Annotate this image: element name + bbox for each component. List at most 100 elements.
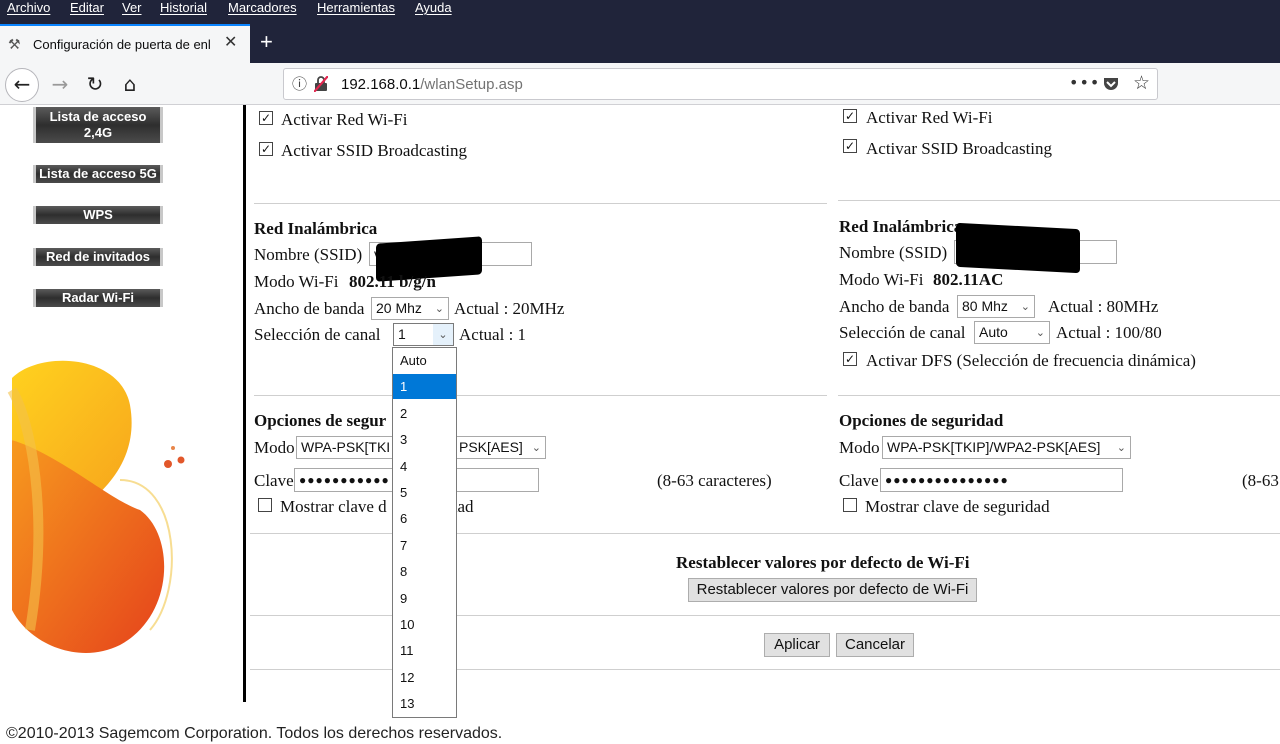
mode-24-value: 802.11 b/g/n bbox=[349, 272, 436, 291]
bandwidth-5-label: Ancho de banda bbox=[839, 297, 950, 316]
chevron-down-icon: ⌄ bbox=[1116, 441, 1126, 454]
security-mode-5-value: WPA-PSK[TKIP]/WPA2-PSK[AES] bbox=[887, 439, 1101, 455]
url-host: 192.168.0.1 bbox=[341, 76, 421, 93]
security-5-title: Opciones de seguridad bbox=[839, 411, 1004, 430]
mode-24-label: Modo Wi-Fi bbox=[254, 272, 339, 291]
menu-herramientas[interactable]: Herramientas bbox=[317, 0, 395, 16]
channel-option[interactable]: 4 bbox=[393, 454, 456, 479]
menu-archivo[interactable]: Archivo bbox=[7, 0, 50, 16]
info-icon[interactable]: ⓘ bbox=[292, 75, 307, 93]
redaction-mark bbox=[956, 222, 1080, 274]
close-tab-icon[interactable]: ✕ bbox=[224, 35, 237, 51]
dfs-checkbox[interactable]: ✓ bbox=[843, 352, 857, 366]
sidebar-item-wps[interactable]: WPS bbox=[33, 206, 163, 224]
bandwidth-5-value: 80 Mhz bbox=[962, 298, 1008, 314]
channel-option[interactable]: 13 bbox=[393, 691, 456, 716]
content-divider bbox=[243, 105, 246, 702]
show-key-24-checkbox[interactable] bbox=[258, 498, 272, 512]
bandwidth-24-select[interactable]: 20 Mhz ⌄ bbox=[371, 297, 449, 320]
channel-24-actual: Actual : 1 bbox=[459, 325, 527, 344]
insecure-lock-icon[interactable] bbox=[314, 76, 328, 92]
bandwidth-24-value: 20 Mhz bbox=[376, 300, 422, 316]
channel-option[interactable]: 12 bbox=[393, 665, 456, 690]
show-key-24-label: Mostrar clave d bbox=[280, 497, 387, 516]
wireless-network-5-title: Red Inalámbrica bbox=[839, 217, 963, 236]
forward-button[interactable]: → bbox=[44, 69, 76, 99]
chevron-down-icon: ⌄ bbox=[433, 324, 453, 345]
divider bbox=[254, 395, 827, 396]
security-mode-5-label: Modo bbox=[839, 438, 880, 457]
key-5-hint: (8-63 bbox=[1242, 471, 1279, 490]
cancel-button[interactable]: Cancelar bbox=[836, 633, 914, 657]
show-key-5-label: Mostrar clave de seguridad bbox=[865, 497, 1050, 516]
home-button[interactable]: ⌂ bbox=[114, 69, 146, 99]
url-text[interactable]: 192.168.0.1/wlanSetup.asp bbox=[341, 76, 523, 94]
divider bbox=[838, 395, 1280, 396]
reset-title: Restablecer valores por defecto de Wi-Fi bbox=[676, 553, 970, 572]
reset-defaults-button[interactable]: Restablecer valores por defecto de Wi-Fi bbox=[688, 578, 977, 602]
mode-5-value: 802.11AC bbox=[933, 270, 1004, 289]
channel-option[interactable]: 6 bbox=[393, 506, 456, 531]
enable-ssid-5-checkbox[interactable]: ✓ bbox=[843, 139, 857, 153]
bandwidth-5-select[interactable]: 80 Mhz ⌄ bbox=[957, 295, 1035, 318]
wireless-network-24-title: Red Inalámbrica bbox=[254, 219, 378, 238]
channel-24-dropdown-list[interactable]: Auto 1 2 3 4 5 6 7 8 9 10 11 12 13 bbox=[392, 347, 457, 718]
sidebar-item-access-list-5g[interactable]: Lista de acceso 5G bbox=[33, 165, 163, 183]
apply-button[interactable]: Aplicar bbox=[764, 633, 830, 657]
channel-option[interactable]: 5 bbox=[393, 480, 456, 505]
enable-ssid-5-label: Activar SSID Broadcasting bbox=[866, 139, 1053, 158]
channel-option[interactable]: 7 bbox=[393, 533, 456, 558]
channel-option[interactable]: 1 bbox=[393, 374, 456, 400]
divider bbox=[838, 200, 1280, 201]
menu-marcadores[interactable]: Marcadores bbox=[228, 0, 297, 16]
channel-5-label: Selección de canal bbox=[839, 323, 966, 342]
channel-option[interactable]: 8 bbox=[393, 559, 456, 584]
bookmark-star-icon[interactable]: ☆ bbox=[1133, 72, 1150, 94]
url-bar[interactable]: ⓘ 192.168.0.1/wlanSetup.asp ••• ☆ bbox=[283, 68, 1158, 100]
channel-5-select[interactable]: Auto ⌄ bbox=[974, 321, 1050, 344]
tab-active[interactable]: ⚒ Configuración de puerta de enl ✕ bbox=[0, 24, 250, 63]
back-button[interactable]: ← bbox=[5, 68, 39, 102]
key-5-input[interactable]: ●●●●●●●●●●●●●●● bbox=[880, 468, 1123, 492]
reload-button[interactable]: ↻ bbox=[79, 69, 111, 99]
key-5-label: Clave bbox=[839, 471, 879, 490]
enable-ssid-24-checkbox[interactable]: ✓ bbox=[259, 142, 273, 156]
channel-24-value: 1 bbox=[398, 326, 406, 342]
divider bbox=[254, 203, 827, 204]
ssid-5-label: Nombre (SSID) bbox=[839, 243, 948, 262]
channel-option[interactable]: 11 bbox=[393, 638, 456, 663]
security-mode-24-label: Modo bbox=[254, 438, 295, 457]
new-tab-button[interactable]: + bbox=[260, 31, 273, 53]
copyright-footer: ©2010-2013 Sagemcom Corporation. Todos l… bbox=[6, 725, 503, 742]
channel-option[interactable]: 10 bbox=[393, 612, 456, 637]
chevron-down-icon: ⌄ bbox=[434, 302, 444, 315]
menu-ver[interactable]: Ver bbox=[122, 0, 142, 16]
channel-option[interactable]: 9 bbox=[393, 586, 456, 611]
menu-historial[interactable]: Historial bbox=[160, 0, 207, 16]
menu-ayuda[interactable]: Ayuda bbox=[415, 0, 452, 16]
mode-5-label: Modo Wi-Fi bbox=[839, 270, 924, 289]
channel-option[interactable]: 2 bbox=[393, 401, 456, 426]
bandwidth-24-label: Ancho de banda bbox=[254, 299, 365, 318]
page-actions-icon[interactable]: ••• bbox=[1069, 73, 1100, 93]
security-24-title: Opciones de segur bbox=[254, 411, 387, 430]
show-key-5-checkbox[interactable] bbox=[843, 498, 857, 512]
chevron-down-icon: ⌄ bbox=[1035, 326, 1045, 339]
menu-editar[interactable]: Editar bbox=[70, 0, 104, 16]
channel-5-value: Auto bbox=[979, 324, 1008, 340]
channel-option[interactable]: 3 bbox=[393, 427, 456, 452]
sidebar-item-guest-network[interactable]: Red de invitados bbox=[33, 248, 163, 266]
chevron-down-icon: ⌄ bbox=[531, 441, 541, 454]
channel-option[interactable]: Auto bbox=[393, 348, 456, 373]
sidebar-item-wifi-radar[interactable]: Radar Wi-Fi bbox=[33, 289, 163, 307]
enable-wifi-24-label: Activar Red Wi-Fi bbox=[281, 110, 408, 129]
chevron-down-icon: ⌄ bbox=[1020, 300, 1030, 313]
sidebar-item-access-list-24[interactable]: Lista de acceso 2,4G bbox=[33, 107, 163, 143]
security-mode-5-select[interactable]: WPA-PSK[TKIP]/WPA2-PSK[AES] ⌄ bbox=[882, 436, 1131, 459]
enable-wifi-5-checkbox[interactable]: ✓ bbox=[843, 109, 857, 123]
channel-24-select[interactable]: 1 ⌄ bbox=[393, 323, 454, 346]
channel-24-label: Selección de canal bbox=[254, 325, 381, 344]
enable-wifi-24-checkbox[interactable]: ✓ bbox=[259, 111, 273, 125]
pocket-icon[interactable] bbox=[1102, 75, 1120, 93]
enable-ssid-24-label: Activar SSID Broadcasting bbox=[281, 141, 468, 160]
